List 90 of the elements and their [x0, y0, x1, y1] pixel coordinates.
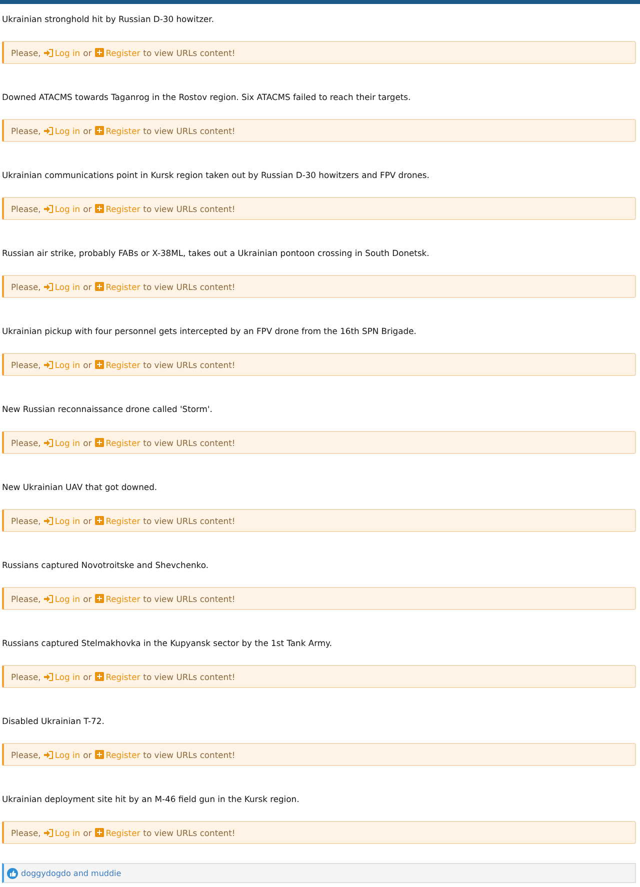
notice-text: to view URLs content! [143, 750, 236, 760]
notice-text: or [83, 672, 92, 682]
plus-icon [94, 828, 104, 837]
plus-icon [94, 126, 104, 135]
login-icon [44, 204, 53, 212]
register-link[interactable]: Register [94, 126, 140, 136]
login-link[interactable]: Log in [44, 516, 80, 526]
notice-text: or [83, 750, 92, 760]
plus-icon [94, 438, 104, 447]
login-icon [44, 828, 53, 836]
notice-text: Please, [11, 828, 41, 838]
login-link[interactable]: Log in [44, 750, 80, 760]
post-caption: Russians captured Stelmakhovka in the Kupyansk sector by the 1st Tank Army. [2, 637, 333, 649]
register-link[interactable]: Register [94, 48, 140, 58]
login-link[interactable]: Log in [44, 828, 80, 838]
notice-text: Please, [11, 126, 41, 136]
notice-text: or [83, 438, 92, 448]
login-icon [44, 282, 53, 290]
post-caption: Russian air strike, probably FABs or X-38ML, takes out a Ukrainian pontoon crossing in South Donetsk. [2, 247, 430, 259]
plus-icon [94, 48, 104, 57]
notice-text: Please, [11, 438, 41, 448]
notice-text: to view URLs content! [143, 282, 236, 292]
notice-text: to view URLs content! [143, 48, 236, 58]
notice-text: or [83, 594, 92, 604]
login-icon [44, 672, 53, 680]
register-link[interactable]: Register [94, 750, 140, 760]
login-link[interactable]: Log in [44, 360, 80, 370]
post-caption: Ukrainian deployment site hit by an M-46 field gun in the Kursk region. [2, 793, 300, 805]
notice-text: or [83, 360, 92, 370]
notice-text: to view URLs content! [143, 360, 236, 370]
login-icon [44, 438, 53, 446]
post-caption: Ukrainian communications point in Kursk region taken out by Russian D-30 howitzers and FPV drones. [2, 169, 430, 181]
notice-text: Please, [11, 360, 41, 370]
reaction-users-link[interactable]: doggydogdo and muddie [21, 868, 122, 878]
post-caption: New Ukrainian UAV that got downed. [2, 481, 158, 493]
post-caption: New Russian reconnaissance drone called 'Storm'. [2, 403, 214, 415]
login-icon [44, 48, 53, 56]
register-link[interactable]: Register [94, 672, 140, 682]
notice-text: or [83, 516, 92, 526]
notice-text: or [83, 48, 92, 58]
plus-icon [94, 672, 104, 681]
notice-text: to view URLs content! [143, 672, 236, 682]
login-icon [44, 360, 53, 368]
login-icon [44, 594, 53, 602]
notice-text: or [83, 828, 92, 838]
login-link[interactable]: Log in [44, 126, 80, 136]
login-icon [44, 516, 53, 524]
register-link[interactable]: Register [94, 594, 140, 604]
register-link[interactable]: Register [94, 360, 140, 370]
post-caption: Russians captured Novotroitske and Shevchenko. [2, 559, 210, 571]
plus-icon [94, 750, 104, 759]
notice-text: to view URLs content! [143, 594, 236, 604]
post-caption: Downed ATACMS towards Taganrog in the Rostov region. Six ATACMS failed to reach their targets. [2, 91, 412, 103]
plus-icon [94, 516, 104, 525]
login-icon [44, 126, 53, 134]
like-icon [7, 868, 18, 878]
notice-text: or [83, 126, 92, 136]
login-link[interactable]: Log in [44, 48, 80, 58]
notice-text: or [83, 204, 92, 214]
post-caption: Ukrainian pickup with four personnel gets intercepted by an FPV drone from the 16th SPN Brigade. [2, 325, 418, 337]
notice-text: Please, [11, 594, 41, 604]
login-icon [44, 750, 53, 758]
register-link[interactable]: Register [94, 204, 140, 214]
plus-icon [94, 594, 104, 603]
login-link[interactable]: Log in [44, 204, 80, 214]
notice-text: Please, [11, 672, 41, 682]
notice-text: to view URLs content! [143, 516, 236, 526]
notice-text: Please, [11, 204, 41, 214]
login-link[interactable]: Log in [44, 594, 80, 604]
register-link[interactable]: Register [94, 438, 140, 448]
notice-text: Please, [11, 282, 41, 292]
notice-text: or [83, 282, 92, 292]
register-link[interactable]: Register [94, 828, 140, 838]
notice-text: Please, [11, 516, 41, 526]
notice-text: to view URLs content! [143, 438, 236, 448]
post-caption: Disabled Ukrainian T-72. [2, 715, 106, 727]
plus-icon [94, 282, 104, 291]
register-link[interactable]: Register [94, 516, 140, 526]
login-link[interactable]: Log in [44, 282, 80, 292]
plus-icon [94, 204, 104, 213]
register-link[interactable]: Register [94, 282, 140, 292]
notice-text: Please, [11, 48, 41, 58]
notice-text: to view URLs content! [143, 204, 236, 214]
notice-text: to view URLs content! [143, 828, 236, 838]
login-link[interactable]: Log in [44, 672, 80, 682]
plus-icon [94, 360, 104, 369]
post-caption: Ukrainian stronghold hit by Russian D-30 howitzer. [2, 13, 215, 25]
login-link[interactable]: Log in [44, 438, 80, 448]
notice-text: Please, [11, 750, 41, 760]
notice-text: to view URLs content! [143, 126, 236, 136]
